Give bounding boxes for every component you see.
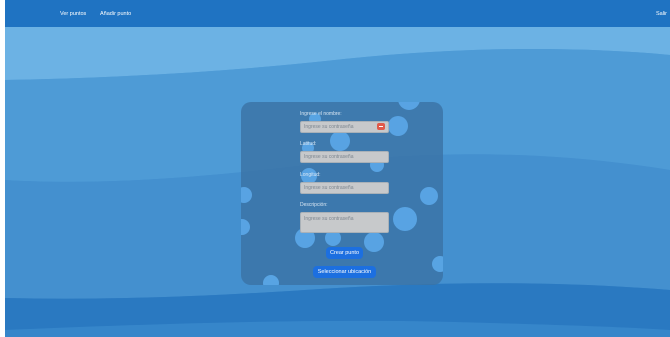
password-manager-icon[interactable] (377, 123, 385, 130)
nav-anadir-punto-link[interactable]: Añadir punto (100, 11, 131, 17)
navbar: Ver puntos Añadir punto Salir (5, 0, 670, 27)
nav-salir-link[interactable]: Salir (656, 11, 667, 17)
nombre-input[interactable] (300, 121, 389, 133)
nombre-label: Ingrese el nombre: (300, 111, 342, 117)
descripcion-label: Descripción: (300, 202, 328, 208)
longitud-label: Longitud: (300, 172, 321, 178)
nav-ver-puntos-link[interactable]: Ver puntos (60, 11, 86, 17)
latitud-label: Latitud: (300, 141, 317, 147)
descripcion-textarea[interactable] (300, 212, 389, 233)
crear-punto-button[interactable]: Crear punto (326, 247, 363, 259)
app-window: Ver puntos Añadir punto Salir Ingrese el… (5, 0, 670, 337)
longitud-input[interactable] (300, 182, 389, 194)
latitud-input[interactable] (300, 151, 389, 163)
seleccionar-ubicacion-button[interactable]: Seleccionar ubicación (313, 266, 376, 278)
